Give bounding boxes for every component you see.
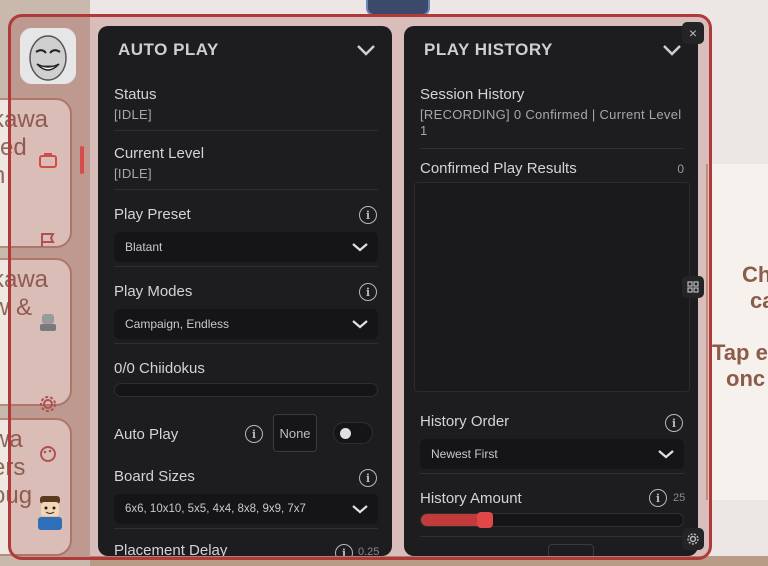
chevron-down-icon — [352, 505, 368, 514]
briefcase-icon[interactable] — [36, 148, 60, 172]
placement-delay-info-icon[interactable]: i — [335, 544, 353, 556]
icon-rail — [14, 18, 84, 554]
play-modes-row: Play Modes — [114, 283, 378, 300]
divider — [420, 473, 684, 474]
divider — [420, 148, 684, 149]
placement-delay-value: 0.25 — [358, 546, 380, 556]
current-level-value: [IDLE] — [114, 166, 152, 181]
play-modes-dropdown[interactable]: Campaign, Endless — [114, 309, 378, 339]
session-history-value: [RECORDING] 0 Confirmed | Current Level … — [420, 107, 682, 138]
slider-fill — [421, 514, 485, 526]
bottom-partial-button[interactable] — [548, 544, 594, 556]
play-history-header[interactable]: PLAY HISTORY — [404, 26, 698, 74]
auto-play-info-icon[interactable]: i — [245, 425, 263, 443]
divider — [114, 343, 378, 344]
play-preset-label: Play Preset — [114, 206, 191, 223]
confirmed-results-count: 0 — [677, 162, 684, 176]
collapse-chevron-icon[interactable] — [662, 43, 682, 57]
chiidokus-progress-bar — [114, 383, 378, 397]
auto-play-panel: AUTO PLAY Status [IDLE] Current Level [I… — [98, 26, 392, 556]
status-label: Status — [114, 86, 157, 103]
toggle-knob — [340, 428, 351, 439]
board-sizes-value: 6x6, 10x10, 5x5, 4x4, 8x8, 9x9, 7x7 — [125, 503, 306, 515]
history-amount-info-icon[interactable]: i — [649, 489, 667, 507]
background-right-card: Ch ca Tap e onc — [706, 164, 768, 500]
history-order-row: History Order — [420, 413, 684, 430]
auto-play-title: AUTO PLAY — [118, 40, 219, 59]
user-avatar[interactable] — [30, 492, 70, 532]
divider — [114, 189, 378, 190]
history-amount-slider[interactable] — [420, 512, 684, 528]
collapse-chevron-icon[interactable] — [356, 43, 376, 57]
play-preset-value: Blatant — [125, 240, 163, 254]
history-order-value: Newest First — [431, 447, 498, 461]
profile-avatar[interactable] — [20, 28, 76, 84]
session-history-row: Session History [RECORDING] 0 Confirmed … — [420, 86, 684, 139]
divider — [114, 130, 378, 131]
divider — [114, 528, 378, 529]
settings-icon[interactable] — [682, 528, 704, 550]
settings-gear-icon[interactable] — [36, 392, 60, 416]
board-sizes-row: Board Sizes — [114, 468, 378, 485]
active-indicator — [80, 146, 84, 174]
auto-play-toggle[interactable] — [333, 422, 373, 444]
auto-play-keybind-button[interactable]: None — [273, 414, 317, 452]
play-preset-dropdown[interactable]: Blatant — [114, 232, 378, 262]
board-sizes-dropdown[interactable]: 6x6, 10x10, 5x5, 4x4, 8x8, 9x9, 7x7 — [114, 494, 378, 524]
confirmed-results-row: Confirmed Play Results — [420, 160, 684, 177]
history-amount-value: 25 — [673, 492, 686, 504]
chevron-down-icon — [352, 243, 368, 252]
play-history-panel: PLAY HISTORY Session History [RECORDING]… — [404, 26, 698, 556]
history-order-dropdown[interactable]: Newest First — [420, 439, 684, 469]
play-modes-label: Play Modes — [114, 283, 193, 300]
chiidokus-row: 0/0 Chiidokus — [114, 360, 378, 377]
character-icon[interactable] — [36, 310, 60, 334]
status-row: Status [IDLE] — [114, 86, 378, 122]
close-button[interactable]: × — [682, 22, 704, 44]
play-history-title: PLAY HISTORY — [424, 40, 553, 59]
board-sizes-label: Board Sizes — [114, 468, 195, 485]
play-preset-row: Play Preset — [114, 206, 378, 223]
history-amount-row: History Amount — [420, 490, 684, 507]
palette-icon[interactable] — [36, 442, 60, 466]
session-history-label: Session History — [420, 86, 525, 103]
play-preset-info-icon[interactable]: i — [359, 206, 377, 224]
history-order-info-icon[interactable]: i — [665, 414, 683, 432]
play-modes-value: Campaign, Endless — [125, 317, 230, 331]
current-level-label: Current Level — [114, 145, 205, 162]
flag-icon[interactable] — [36, 228, 60, 252]
current-level-row: Current Level [IDLE] — [114, 145, 378, 181]
chevron-down-icon — [658, 450, 674, 459]
history-order-label: History Order — [420, 413, 510, 430]
status-value: [IDLE] — [114, 107, 152, 122]
confirmed-results-label: Confirmed Play Results — [420, 160, 577, 177]
grid-icon[interactable] — [682, 276, 704, 298]
auto-play-header[interactable]: AUTO PLAY — [98, 26, 392, 74]
confirmed-results-list[interactable] — [414, 182, 690, 392]
chiidokus-label: 0/0 Chiidokus — [114, 360, 205, 377]
divider — [114, 266, 378, 267]
chevron-down-icon — [352, 320, 368, 329]
history-amount-label: History Amount — [420, 490, 522, 507]
board-sizes-info-icon[interactable]: i — [359, 469, 377, 487]
divider — [420, 536, 684, 537]
slider-thumb[interactable] — [477, 512, 493, 528]
play-modes-info-icon[interactable]: i — [359, 283, 377, 301]
